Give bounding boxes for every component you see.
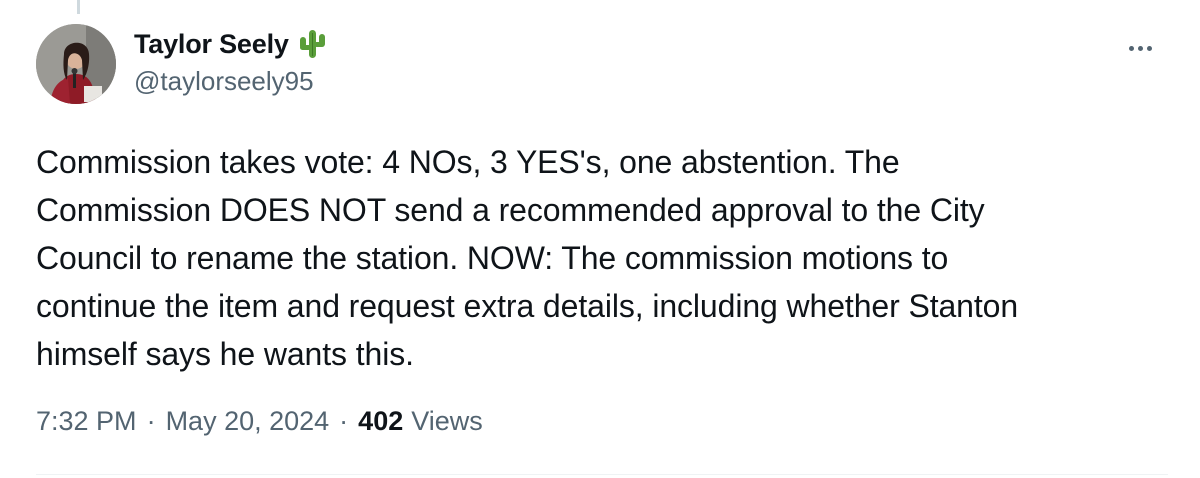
tweet-text-line: continue the item and request extra deta…: [36, 288, 1019, 324]
more-dot-icon: [1128, 45, 1134, 51]
views-count: 402: [358, 406, 404, 436]
tweet-text-line: Commission DOES NOT send a recommended a…: [36, 192, 985, 228]
tweet-text-line: Commission takes vote: 4 NOs, 3 YES's, o…: [36, 144, 900, 180]
divider: [36, 474, 1168, 475]
display-name[interactable]: Taylor Seely: [134, 29, 289, 60]
name-row: Taylor Seely: [134, 26, 327, 62]
views-label: Views: [411, 406, 483, 436]
more-dot-icon: [1146, 45, 1152, 51]
tweet-meta: 7:32 PM · May 20, 2024 · 402 Views: [36, 406, 483, 437]
tweet: Taylor Seely @taylorseely95 Commission t…: [0, 0, 1200, 478]
avatar[interactable]: [36, 24, 116, 104]
avatar-photo: [36, 24, 116, 104]
meta-separator: ·: [146, 406, 156, 436]
tweet-time[interactable]: 7:32 PM: [36, 406, 137, 437]
tweet-text-line: Council to rename the station. NOW: The …: [36, 240, 949, 276]
meta-separator: ·: [339, 406, 349, 436]
tweet-text-line: himself says he wants this.: [36, 336, 414, 372]
tweet-date[interactable]: May 20, 2024: [166, 406, 330, 437]
more-options-button[interactable]: [1120, 28, 1160, 68]
user-handle[interactable]: @taylorseely95: [134, 66, 327, 97]
cactus-icon: [297, 28, 327, 60]
tweet-text: Commission takes vote: 4 NOs, 3 YES's, o…: [36, 138, 1156, 378]
more-dot-icon: [1137, 45, 1143, 51]
author-block: Taylor Seely @taylorseely95: [134, 26, 327, 97]
